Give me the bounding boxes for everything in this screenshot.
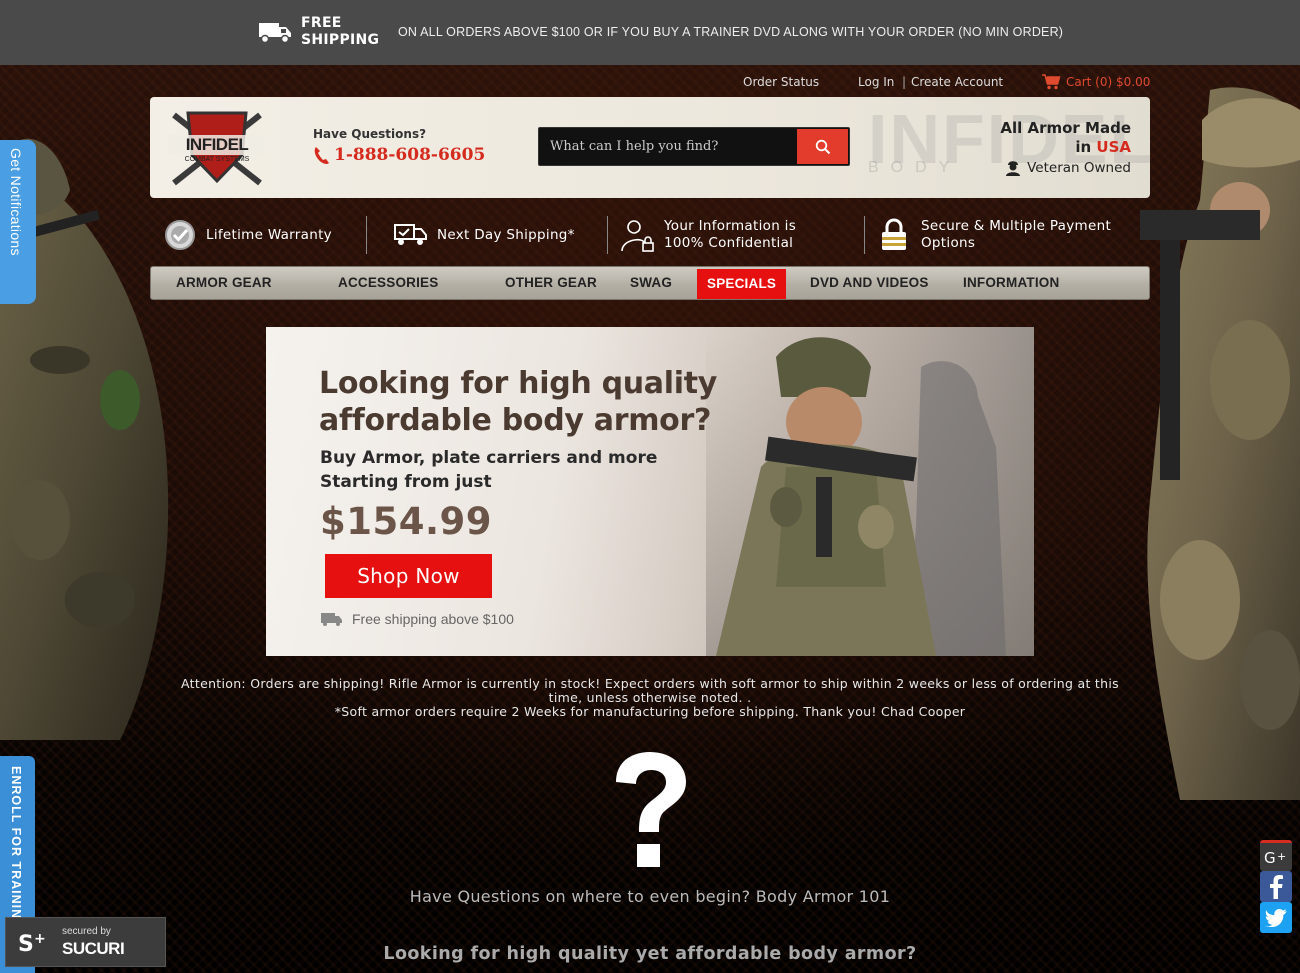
svg-text:INFIDEL: INFIDEL	[186, 135, 249, 154]
facebook-button[interactable]	[1260, 871, 1292, 902]
check-badge-icon	[165, 220, 195, 250]
search-input[interactable]	[539, 128, 797, 165]
banner-price: $154.99	[320, 500, 493, 543]
soldier-right-image	[1140, 87, 1300, 800]
truck-icon	[259, 23, 291, 44]
tagline-in: in	[1075, 138, 1097, 156]
banner-headline-line2: affordable body armor?	[319, 403, 712, 438]
banner-sub-line2: Starting from just	[320, 472, 492, 492]
phone-number-text: 1-888-608-6605	[334, 145, 486, 165]
create-account-link[interactable]: Create Account	[911, 75, 1003, 89]
nav-other-gear[interactable]: OTHER GEAR	[505, 267, 597, 299]
nav-armor-gear[interactable]: ARMOR GEAR	[176, 267, 272, 299]
svg-text:S: S	[18, 932, 34, 957]
search-box	[538, 127, 850, 166]
utility-nav: Order Status Log In | Create Account Car…	[0, 73, 1300, 93]
infidel-logo[interactable]: INFIDEL COMBAT SYSTEMS	[166, 105, 268, 191]
delivery-truck-icon	[394, 224, 427, 245]
feature-divider	[607, 216, 608, 254]
sucuri-logo-icon: S +	[18, 931, 46, 957]
order-status-link[interactable]: Order Status	[743, 75, 819, 89]
enroll-training-label: ENROLL FOR TRAINING	[9, 766, 23, 930]
have-questions-label: Have Questions?	[313, 127, 427, 141]
free-shipping-icon	[321, 613, 342, 626]
looking-heading: Looking for high quality yet affordable …	[383, 944, 917, 964]
get-notifications-tab[interactable]: Get Notifications	[0, 140, 36, 304]
banner-shipping-note: Free shipping above $100	[352, 611, 514, 627]
tagline-line1: All Armor Made	[1000, 119, 1131, 137]
feature-divider	[864, 216, 865, 254]
svg-text:+: +	[1277, 850, 1286, 863]
feature-next-day-shipping: Next Day Shipping*	[394, 212, 575, 258]
soldier-icon	[1006, 161, 1021, 176]
utility-divider: |	[902, 75, 907, 89]
twitter-button[interactable]	[1260, 902, 1292, 933]
sucuri-secured-label: secured by	[62, 926, 111, 937]
hero-banner[interactable]: Looking for high quality affordable body…	[266, 327, 1034, 656]
promo-message: ON ALL ORDERS ABOVE $100 OR IF YOU BUY A…	[398, 25, 1064, 39]
feature-label-line1: Your Information is	[664, 218, 797, 234]
banner-sub-line1: Buy Armor, plate carriers and more	[320, 448, 658, 468]
banner-soldier-image	[706, 327, 1034, 656]
body-armor-101-link[interactable]: Have Questions on where to even begin? B…	[0, 887, 1300, 906]
feature-label-line2: Options	[921, 235, 976, 251]
phone-icon	[314, 146, 329, 164]
veteran-owned: Veteran Owned	[1005, 159, 1131, 176]
feature-lifetime-warranty: Lifetime Warranty	[164, 212, 332, 258]
nav-information[interactable]: INFORMATION	[963, 267, 1059, 299]
user-lock-icon	[621, 220, 654, 252]
feature-label-line2: 100% Confidential	[664, 235, 794, 251]
nav-swag[interactable]: SWAG	[630, 267, 672, 299]
google-plus-button[interactable]: G +	[1260, 840, 1292, 871]
notice-line2: *Soft armor orders require 2 Weeks for m…	[334, 704, 966, 719]
site-header: INFIDEL COMBAT SYSTEMS Have Questions? 1…	[150, 97, 1152, 198]
banner-headline-line1: Looking for high quality	[319, 366, 718, 401]
facebook-icon	[1270, 874, 1283, 899]
search-icon	[815, 139, 830, 154]
veteran-owned-label: Veteran Owned	[1027, 159, 1131, 176]
feature-label: Lifetime Warranty	[206, 226, 332, 243]
made-in-usa-tagline: All Armor Made in USA	[1000, 119, 1131, 157]
notice-line1: Attention: Orders are shipping! Rifle Ar…	[181, 676, 1119, 705]
sucuri-name: SUCURI	[62, 939, 125, 958]
feature-secure-payment: Secure & Multiple Payment Options	[880, 212, 1111, 258]
nav-accessories[interactable]: ACCESSORIES	[338, 267, 438, 299]
twitter-icon	[1265, 908, 1287, 927]
tagline-usa: USA	[1096, 138, 1131, 156]
shipping-notice: Attention: Orders are shipping! Rifle Ar…	[170, 677, 1130, 719]
banner-headline: Looking for high quality affordable body…	[319, 365, 717, 439]
feature-label: Next Day Shipping*	[437, 226, 575, 243]
feature-divider	[366, 216, 367, 254]
svg-text:COMBAT SYSTEMS: COMBAT SYSTEMS	[185, 156, 250, 163]
get-notifications-label: Get Notifications	[8, 148, 24, 256]
search-button[interactable]	[797, 129, 848, 164]
cart-icon[interactable]	[1041, 73, 1061, 90]
question-mark-icon[interactable]	[612, 752, 688, 870]
promo-bar: FREE SHIPPING ON ALL ORDERS ABOVE $100 OR…	[0, 0, 1300, 65]
google-plus-icon: G +	[1264, 849, 1286, 866]
padlock-icon	[882, 218, 906, 250]
svg-text:G: G	[1264, 849, 1276, 866]
feature-confidential: Your Information is 100% Confidential	[620, 212, 796, 258]
cart-link[interactable]: Cart (0) $0.00	[1066, 75, 1150, 89]
shop-now-button[interactable]: Shop Now	[325, 554, 492, 598]
free-shipping-label: FREE SHIPPING	[301, 15, 380, 48]
feature-label-line1: Secure & Multiple Payment	[921, 218, 1112, 234]
svg-text:+: +	[34, 931, 46, 947]
banner-subheadline: Buy Armor, plate carriers and more Start…	[320, 446, 657, 494]
sucuri-badge[interactable]: S + secured by SUCURI	[5, 917, 166, 967]
body-watermark: BODY	[868, 159, 962, 176]
nav-dvd-videos[interactable]: DVD AND VIDEOS	[810, 267, 929, 299]
login-link[interactable]: Log In	[858, 75, 894, 89]
phone-number[interactable]: 1-888-608-6605	[313, 145, 485, 165]
nav-specials[interactable]: SPECIALS	[697, 269, 787, 299]
main-nav: ARMOR GEAR ACCESSORIES OTHER GEAR SWAG S…	[150, 266, 1150, 300]
